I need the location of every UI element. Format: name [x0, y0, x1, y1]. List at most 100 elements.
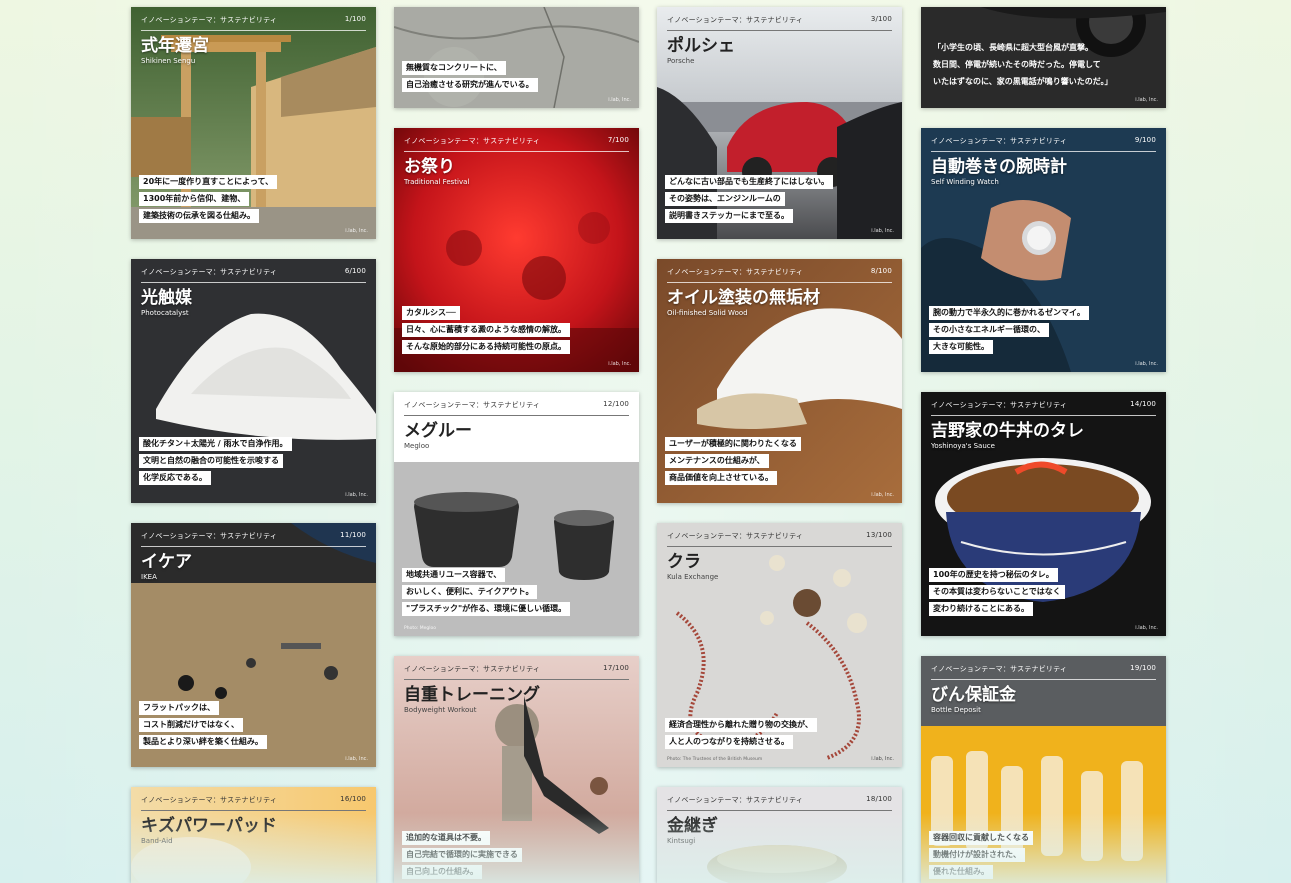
caption-line: いたはずなのに、家の黒電話が鳴り響いたのだ。」	[933, 77, 1113, 86]
caption-line: 経済合理性から離れた贈り物の交換が、	[665, 718, 817, 732]
brand-label: i.lab, Inc.	[345, 492, 368, 498]
card-title: 自動巻きの腕時計	[931, 157, 1067, 177]
caption-line: 無機質なコンクリートに、	[402, 61, 506, 75]
card-caption: 「小学生の頃、長崎県に超大型台風が直撃。 数日間、停電が続いたその時だった。停電…	[929, 41, 1160, 89]
card-title: ポルシェ	[667, 36, 735, 56]
card-theme: イノベーションテーマ：サステナビリティ	[667, 268, 804, 276]
card-caption: フラットパックは、 コスト削減だけではなく、 製品とより深い絆を築く仕組み。	[139, 701, 370, 749]
caption-line: コスト削減だけではなく、	[139, 718, 243, 732]
card-title: 光触媒	[141, 288, 192, 308]
caption-line: カタルシス──	[402, 306, 460, 320]
card-self-healing-concrete[interactable]: 無機質なコンクリートに、 自己治癒させる研究が進んでいる。 i.lab, Inc…	[394, 7, 639, 108]
card-bodyweight-workout[interactable]: イノベーションテーマ：サステナビリティ 17/100 自重トレーニング Bodyw…	[394, 656, 639, 883]
card-caption: 酸化チタン＋太陽光 / 雨水で自浄作用。 文明と自然の融合の可能性を示唆する 化…	[139, 437, 370, 485]
photo-credit: Photo: Megloo	[404, 626, 437, 631]
card-title: メグルー	[404, 421, 472, 441]
brand-label: i.lab, Inc.	[608, 361, 631, 367]
caption-line: 自己治癒させる研究が進んでいる。	[402, 78, 538, 92]
card-subtitle: Megloo	[404, 442, 430, 450]
caption-line: 大きな可能性。	[929, 340, 993, 354]
caption-line: 文明と自然の融合の可能性を示唆する	[139, 454, 283, 468]
caption-line: 人と人のつながりを持続させる。	[665, 735, 793, 749]
caption-line: 数日間、停電が続いたその時だった。停電して	[933, 60, 1101, 69]
card-subtitle: Band-Aid	[141, 837, 173, 845]
card-theme: イノベーションテーマ：サステナビリティ	[667, 532, 804, 540]
card-caption: 100年の歴史を持つ秘伝のタレ。 その本質は変わらないことではなく 変わり続ける…	[929, 568, 1160, 616]
caption-line: どんなに古い部品でも生産終了にはしない。	[665, 175, 833, 189]
card-number: 18/100	[866, 795, 892, 803]
caption-line: その姿勢は、エンジンルームの	[665, 192, 785, 206]
brand-label: i.lab, Inc.	[1135, 97, 1158, 103]
card-header: イノベーションテーマ：サステナビリティ 19/100 びん保証金 Bottle D…	[921, 656, 1166, 714]
card-porsche[interactable]: イノベーションテーマ：サステナビリティ 3/100 ポルシェ Porsche どん…	[657, 7, 902, 239]
card-header: イノベーションテーマ：サステナビリティ 17/100 自重トレーニング Bodyw…	[394, 656, 639, 714]
card-subtitle: Traditional Festival	[404, 178, 470, 186]
card-self-winding-watch[interactable]: イノベーションテーマ：サステナビリティ 9/100 自動巻きの腕時計 Self W…	[921, 128, 1166, 372]
caption-line: 日々、心に蓄積する澱のような感情の解放。	[402, 323, 570, 337]
caption-line: ユーザーが積極的に関わりたくなる	[665, 437, 801, 451]
card-subtitle: Porsche	[667, 57, 695, 65]
card-subtitle: Oil-finished Solid Wood	[667, 309, 748, 317]
card-number: 19/100	[1130, 664, 1156, 672]
card-subtitle: Kintsugi	[667, 837, 696, 845]
card-header: イノベーションテーマ：サステナビリティ 11/100 イケア IKEA	[131, 523, 376, 581]
brand-label: i.lab, Inc.	[345, 228, 368, 234]
card-title: 金継ぎ	[667, 816, 718, 836]
card-subtitle: Shikinen Sengu	[141, 57, 196, 65]
card-title: お祭り	[404, 157, 455, 177]
card-photocatalyst[interactable]: イノベーションテーマ：サステナビリティ 6/100 光触媒 Photocataly…	[131, 259, 376, 503]
card-theme: イノベーションテーマ：サステナビリティ	[667, 16, 804, 24]
card-kula[interactable]: イノベーションテーマ：サステナビリティ 13/100 クラ Kula Exchan…	[657, 523, 902, 767]
card-caption: ユーザーが積極的に関わりたくなる メンテナンスの仕組みが、 商品価値を向上させて…	[665, 437, 896, 485]
caption-line: 「小学生の頃、長崎県に超大型台風が直撃。	[933, 43, 1093, 52]
card-ikea[interactable]: イノベーションテーマ：サステナビリティ 11/100 イケア IKEA フラットパ…	[131, 523, 376, 767]
caption-line: 地域共通リユース容器で、	[402, 568, 506, 582]
card-telephone[interactable]: 「小学生の頃、長崎県に超大型台風が直撃。 数日間、停電が続いたその時だった。停電…	[921, 7, 1166, 108]
card-title: オイル塗装の無垢材	[667, 288, 820, 308]
card-theme: イノベーションテーマ：サステナビリティ	[931, 401, 1068, 409]
card-band-aid[interactable]: イノベーションテーマ：サステナビリティ 16/100 キズパワーパッド Band-…	[131, 787, 376, 883]
caption-line: 酸化チタン＋太陽光 / 雨水で自浄作用。	[139, 437, 292, 451]
card-kintsugi[interactable]: イノベーションテーマ：サステナビリティ 18/100 金継ぎ Kintsugi	[657, 787, 902, 883]
card-number: 12/100	[603, 400, 629, 408]
card-number: 11/100	[340, 531, 366, 539]
card-header: イノベーションテーマ：サステナビリティ 9/100 自動巻きの腕時計 Self W…	[921, 128, 1166, 186]
caption-line: その小さなエネルギー循環の、	[929, 323, 1049, 337]
card-theme: イノベーションテーマ：サステナビリティ	[141, 16, 278, 24]
card-festival[interactable]: イノベーションテーマ：サステナビリティ 7/100 お祭り Traditional…	[394, 128, 639, 372]
card-shikinen-sengu[interactable]: イノベーションテーマ：サステナビリティ 1/100 式年遷宮 Shikinen S…	[131, 7, 376, 239]
card-theme: イノベーションテーマ：サステナビリティ	[404, 401, 541, 409]
card-caption: 腕の動力で半永久的に巻かれるゼンマイ。 その小さなエネルギー循環の、 大きな可能…	[929, 306, 1160, 354]
caption-line: フラットパックは、	[139, 701, 219, 715]
card-title: クラ	[667, 552, 701, 572]
card-number: 14/100	[1130, 400, 1156, 408]
card-title: 式年遷宮	[141, 36, 209, 56]
card-title: キズパワーパッド	[141, 816, 277, 836]
card-oil-finished-wood[interactable]: イノベーションテーマ：サステナビリティ 8/100 オイル塗装の無垢材 Oil-f…	[657, 259, 902, 503]
card-theme: イノベーションテーマ：サステナビリティ	[667, 796, 804, 804]
brand-label: i.lab, Inc.	[871, 492, 894, 498]
caption-line: 変わり続けることにある。	[929, 602, 1033, 616]
card-subtitle: Kula Exchange	[667, 573, 719, 581]
card-title: 自重トレーニング	[404, 685, 540, 705]
card-header: イノベーションテーマ：サステナビリティ 3/100 ポルシェ Porsche	[657, 7, 902, 65]
brand-label: i.lab, Inc.	[1135, 361, 1158, 367]
caption-line: 1300年前から信仰、建物、	[139, 192, 250, 206]
card-bottle-deposit[interactable]: イノベーションテーマ：サステナビリティ 19/100 びん保証金 Bottle D…	[921, 656, 1166, 883]
card-caption: 追加的な道具は不要。 自己完結で循環的に実施できる 自己向上の仕組み。	[402, 831, 633, 879]
brand-label: i.lab, Inc.	[871, 228, 894, 234]
card-title: イケア	[141, 552, 192, 572]
card-caption: どんなに古い部品でも生産終了にはしない。 その姿勢は、エンジンルームの 説明書き…	[665, 175, 896, 223]
card-header: イノベーションテーマ：サステナビリティ 13/100 クラ Kula Exchan…	[657, 523, 902, 581]
photo-credit: Photo: The Trustees of the British Museu…	[667, 757, 763, 762]
card-number: 17/100	[603, 664, 629, 672]
caption-line: 自己完結で循環的に実施できる	[402, 848, 522, 862]
caption-line: 建築技術の伝承を図る仕組み。	[139, 209, 259, 223]
card-theme: イノベーションテーマ：サステナビリティ	[931, 137, 1068, 145]
card-subtitle: Bottle Deposit	[931, 706, 981, 714]
card-yoshinoya-sauce[interactable]: イノベーションテーマ：サステナビリティ 14/100 吉野家の牛丼のタレ Yosh…	[921, 392, 1166, 636]
caption-line: 100年の歴史を持つ秘伝のタレ。	[929, 568, 1058, 582]
card-megloo[interactable]: イノベーションテーマ：サステナビリティ 12/100 メグルー Megloo 地域…	[394, 392, 639, 636]
caption-line: 化学反応である。	[139, 471, 211, 485]
card-header: イノベーションテーマ：サステナビリティ 8/100 オイル塗装の無垢材 Oil-f…	[657, 259, 902, 317]
